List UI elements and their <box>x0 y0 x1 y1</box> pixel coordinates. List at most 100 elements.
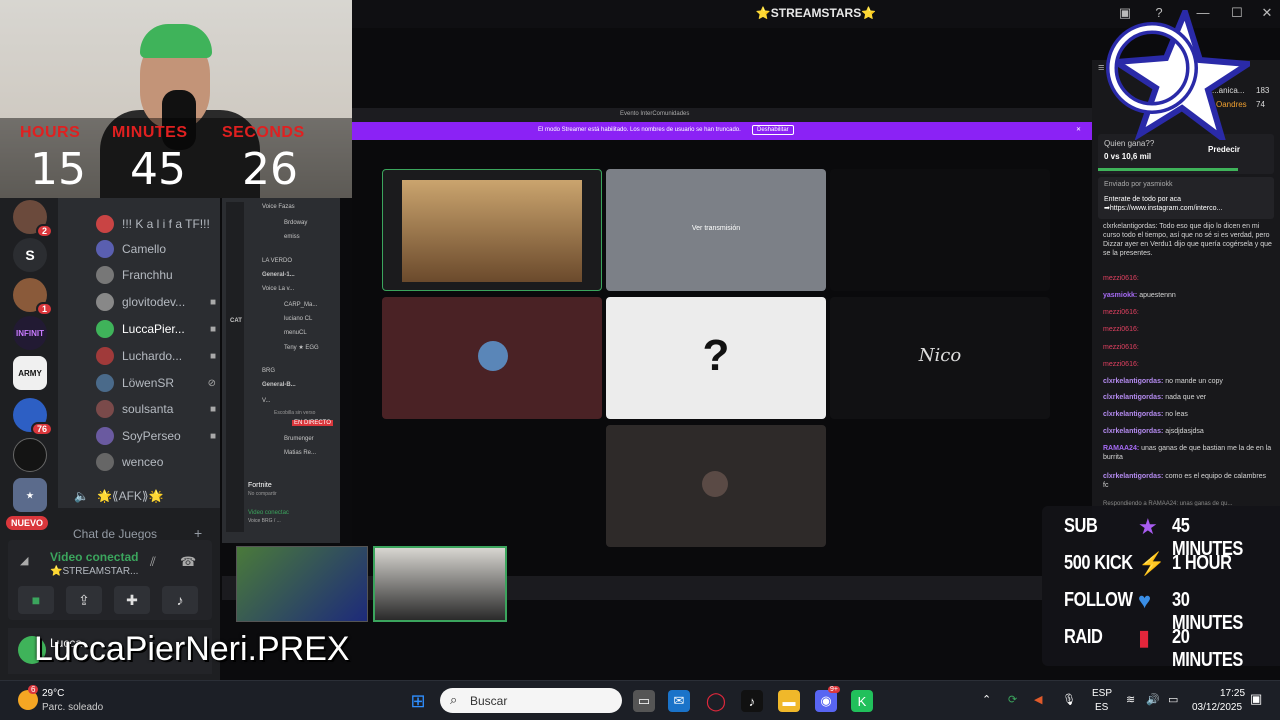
disable-button[interactable]: Deshabilitar <box>752 125 794 135</box>
channel-row[interactable]: CARP_Ma... <box>284 302 317 308</box>
member-name: Luchardo... <box>122 349 183 363</box>
server-channel-list: Voice Fazas Brdoway emiss LA VERDO Gener… <box>222 198 340 543</box>
activities-button[interactable]: ✚ <box>114 586 150 614</box>
category-row[interactable]: CAT <box>230 318 242 324</box>
start-icon[interactable]: ⊞ <box>407 690 429 712</box>
channel-row[interactable]: Brumenger <box>284 436 314 442</box>
channel-status: Escobilla sin verso <box>274 410 316 416</box>
pinned-by: Enviado por yasmiokk <box>1104 181 1173 188</box>
webcam-cap <box>140 24 212 58</box>
voice-member[interactable]: Franchhu <box>96 265 216 285</box>
screen-share-button[interactable]: ⇪ <box>66 586 102 614</box>
chat-message: clxrkelantigordas: no leas <box>1103 410 1273 419</box>
channel-row[interactable]: V... <box>262 398 270 404</box>
game-activity[interactable]: Fortnite <box>248 482 272 489</box>
video-tile[interactable] <box>382 169 602 291</box>
mic-icon[interactable]: 🎙 <box>1062 693 1076 706</box>
camera-button[interactable]: ■ <box>18 586 54 614</box>
language-bottom[interactable]: ES <box>1095 702 1108 713</box>
self-video-thumb[interactable] <box>373 546 507 622</box>
channel-row[interactable]: Matias Re... <box>284 450 316 456</box>
close-button[interactable]: ✕ <box>1257 5 1277 21</box>
voice-member[interactable]: wenceo <box>96 452 216 472</box>
chat-message: clxrkelantigordas: como es el equipo de … <box>1103 472 1273 490</box>
volume-icon[interactable]: 🔊 <box>1146 693 1160 706</box>
chat-text: no mande un copy <box>1165 378 1223 385</box>
file-explorer-icon[interactable]: ▬ <box>778 690 800 712</box>
channel-row[interactable]: Brdoway <box>284 220 307 226</box>
kick-icon[interactable]: K <box>851 690 873 712</box>
server-icon[interactable]: INFINIT <box>13 316 47 350</box>
video-tile[interactable] <box>606 425 826 547</box>
notification-icon[interactable]: ▣ <box>1250 691 1262 707</box>
wifi-icon[interactable]: ≋ <box>1126 693 1135 706</box>
channel-row[interactable]: Voice La v... <box>262 286 294 292</box>
participant-video-thumb[interactable] <box>236 546 368 622</box>
server-icon[interactable]: ARMY <box>13 356 47 390</box>
shared-window-title: Evento InterComunidades <box>620 111 690 117</box>
voice-member[interactable]: glovitodev... ■ <box>96 292 216 312</box>
server-icon[interactable]: 1 <box>13 278 53 316</box>
voice-member[interactable]: Camello <box>96 239 216 259</box>
server-icon[interactable]: 2 <box>13 200 53 238</box>
close-icon[interactable]: ✕ <box>1076 126 1081 133</box>
discord-icon[interactable]: ◉ <box>815 690 837 712</box>
streamer-name-overlay: LuccaPierNeri.PREX <box>34 630 350 668</box>
language-top[interactable]: ESP <box>1092 688 1112 699</box>
voice-member[interactable]: soulsanta ■ <box>96 399 216 419</box>
clock-time[interactable]: 17:25 <box>1220 688 1245 699</box>
category-row[interactable]: BRG <box>262 368 275 374</box>
chat-message: mezzi0616: <box>1103 344 1139 351</box>
notification-badge: 1 <box>35 302 53 316</box>
chevron-up-icon[interactable]: ⌃ <box>982 693 991 706</box>
channel-row[interactable]: emiss <box>284 234 300 240</box>
category-row[interactable]: LA VERDO <box>262 258 292 264</box>
avatar <box>702 471 728 497</box>
goal-reward: 20 MINUTES <box>1172 626 1243 671</box>
clock-date[interactable]: 03/12/2025 <box>1192 702 1242 713</box>
opera-icon[interactable]: ◯ <box>705 690 727 712</box>
video-tile[interactable]: Nico <box>830 297 1050 419</box>
video-tile[interactable]: ? <box>606 297 826 419</box>
notification-badge: 76 <box>30 422 53 436</box>
voice-member[interactable]: LuccaPier... ■ <box>96 319 216 339</box>
video-tile[interactable] <box>382 297 602 419</box>
voice-member[interactable]: SoyPerseo ■ <box>96 426 216 446</box>
battery-icon[interactable]: ▭ <box>1168 693 1178 706</box>
disconnect-icon[interactable]: ☎ <box>180 554 196 570</box>
weather-desc: Parc. soleado <box>42 702 104 713</box>
app-tray-icon[interactable]: ◀ <box>1034 693 1042 706</box>
predict-button[interactable]: Predecir <box>1208 145 1240 154</box>
server-icon[interactable] <box>13 438 47 472</box>
add-channel-icon[interactable]: + <box>194 525 202 541</box>
seconds-value: 26 <box>242 144 298 195</box>
channel-row[interactable]: General-1... <box>262 272 295 278</box>
sync-icon[interactable]: ⟳ <box>1008 693 1017 706</box>
noise-suppression-icon[interactable]: ⫽ <box>150 554 156 570</box>
goal-label: 500 KICK <box>1064 552 1133 574</box>
taskbar-search[interactable]: ⌕ Buscar <box>440 688 622 713</box>
stream-tile[interactable]: Ver transmisión <box>606 169 826 291</box>
soundboard-button[interactable]: ♪ <box>162 586 198 614</box>
voice-member[interactable]: Luchardo... ■ <box>96 346 216 366</box>
afk-channel[interactable]: 🔈 🌟⟪AFK⟫🌟 <box>74 486 214 506</box>
voice-member[interactable]: LöwenSR ⊘ <box>96 373 216 393</box>
outlook-icon[interactable]: ✉ <box>668 690 690 712</box>
channel-row[interactable]: Teny ★ EGG <box>284 344 319 351</box>
tiktok-icon[interactable]: ♪ <box>741 690 763 712</box>
video-tile[interactable] <box>830 169 1050 291</box>
channel-row[interactable]: General-B... <box>262 382 296 388</box>
voice-member[interactable]: !!! K a l i f a TF!!! <box>96 214 216 234</box>
search-icon: ⌕ <box>450 692 458 707</box>
member-name: !!! K a l i f a TF!!! <box>122 217 210 231</box>
voice-channel: ⭐STREAMSTAR... <box>50 566 139 577</box>
server-icon[interactable]: ★ <box>13 478 47 512</box>
server-icon[interactable]: S <box>13 238 47 272</box>
server-icon[interactable]: 76 <box>13 398 53 436</box>
channel-row[interactable]: Voice Fazas <box>262 204 295 210</box>
games-chat-category[interactable]: Chat de Juegos <box>73 527 157 541</box>
task-view-icon[interactable]: ▭ <box>633 690 655 712</box>
channel-row[interactable]: menuCL <box>284 330 307 336</box>
channel-row[interactable]: luciano CL <box>284 316 312 322</box>
avatar <box>96 215 114 233</box>
